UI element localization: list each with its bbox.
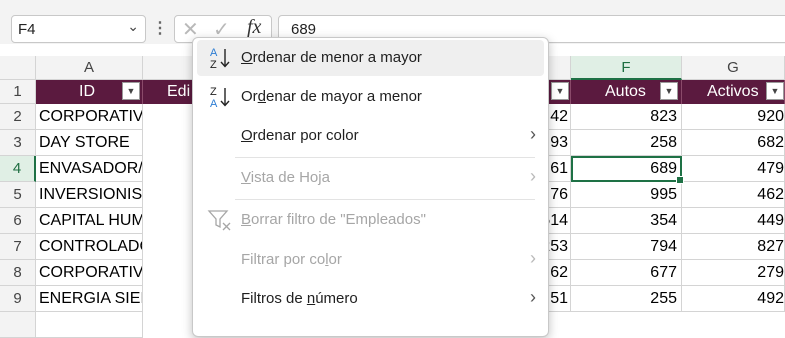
clear-filter-icon bbox=[206, 207, 234, 233]
fill-handle[interactable] bbox=[676, 176, 684, 184]
column-header-g[interactable]: G bbox=[682, 56, 785, 80]
cell-a6[interactable]: CAPITAL HUM bbox=[36, 208, 143, 234]
chevron-right-icon: › bbox=[530, 166, 536, 186]
menu-item-label: Filtros de número bbox=[241, 290, 358, 307]
cell-f7[interactable]: 794 bbox=[571, 234, 682, 260]
cell-a8[interactable]: CORPORATIV bbox=[36, 260, 143, 286]
row-header-7[interactable]: 7 bbox=[0, 234, 36, 260]
chevron-right-icon: › bbox=[530, 124, 536, 144]
menu-item-label: Filtrar por color bbox=[241, 251, 342, 268]
menu-item-sort-by-color[interactable]: Ordenar por color › bbox=[197, 118, 544, 154]
svg-text:A: A bbox=[210, 47, 218, 59]
chevron-right-icon: › bbox=[530, 287, 536, 307]
svg-text:A: A bbox=[210, 98, 218, 110]
menu-item-sort-ascending[interactable]: A Z Ordenar de menor a mayor bbox=[197, 40, 544, 76]
row-header-2[interactable]: 2 bbox=[0, 104, 36, 130]
filter-dropdown-icon[interactable]: ▼ bbox=[660, 82, 678, 100]
cell-a4[interactable]: ENVASADOR/ bbox=[36, 156, 143, 182]
filter-dropdown-icon[interactable]: ▼ bbox=[551, 82, 569, 100]
cell-f5[interactable]: 995 bbox=[571, 182, 682, 208]
menu-separator bbox=[235, 157, 535, 158]
header-cell-edi[interactable]: Edi bbox=[143, 80, 193, 104]
cell-g3[interactable]: 682 bbox=[682, 130, 785, 156]
menu-item-label: Ordenar de menor a mayor bbox=[241, 49, 422, 66]
cell-g2[interactable]: 920 bbox=[682, 104, 785, 130]
menu-item-sheet-view[interactable]: Vista de Hoja › bbox=[197, 160, 544, 196]
cell-g6[interactable]: 449 bbox=[682, 208, 785, 234]
cell-f8[interactable]: 677 bbox=[571, 260, 682, 286]
menu-item-label: Vista de Hoja bbox=[241, 169, 330, 186]
menu-separator bbox=[235, 199, 535, 200]
row-header-5[interactable]: 5 bbox=[0, 182, 36, 208]
cell-g4[interactable]: 479 bbox=[682, 156, 785, 182]
svg-text:Z: Z bbox=[210, 59, 217, 71]
column-header-hidden[interactable] bbox=[143, 56, 193, 80]
menu-item-sort-descending[interactable]: Z A Ordenar de mayor a menor bbox=[197, 79, 544, 115]
svg-text:Z: Z bbox=[210, 86, 217, 98]
column-header-f[interactable]: F bbox=[571, 56, 682, 80]
row-header-10[interactable] bbox=[0, 312, 36, 338]
row-header-3[interactable]: 3 bbox=[0, 130, 36, 156]
column-header-a[interactable]: A bbox=[36, 56, 143, 80]
sort-a-to-z-icon: A Z bbox=[206, 45, 234, 71]
cell-f3[interactable]: 258 bbox=[571, 130, 682, 156]
column-header-e[interactable] bbox=[548, 56, 571, 80]
name-box[interactable]: F4 ⌄ bbox=[11, 15, 146, 43]
cell-a5[interactable]: INVERSIONIST bbox=[36, 182, 143, 208]
select-all-corner[interactable] bbox=[0, 56, 36, 80]
row-header-4[interactable]: 4 bbox=[0, 156, 36, 182]
row-header-1[interactable]: 1 bbox=[0, 80, 36, 104]
menu-item-clear-filter[interactable]: Borrar filtro de "Empleados" bbox=[197, 202, 544, 238]
menu-item-label: Borrar filtro de "Empleados" bbox=[241, 211, 426, 228]
vertical-ellipsis-icon[interactable]: ⋮ bbox=[152, 18, 168, 40]
formula-value: 689 bbox=[291, 21, 317, 38]
menu-item-number-filters[interactable]: Filtros de número › bbox=[197, 281, 544, 317]
menu-item-label: Ordenar de mayor a menor bbox=[241, 88, 422, 105]
cell-a2[interactable]: CORPORATIV bbox=[36, 104, 143, 130]
filter-dropdown-icon[interactable]: ▼ bbox=[122, 82, 140, 100]
menu-item-label: Ordenar por color bbox=[241, 127, 359, 144]
row-header-8[interactable]: 8 bbox=[0, 260, 36, 286]
cell-g5[interactable]: 462 bbox=[682, 182, 785, 208]
active-cell-outline bbox=[571, 156, 684, 184]
cell-g7[interactable]: 827 bbox=[682, 234, 785, 260]
cell-a3[interactable]: DAY STORE bbox=[36, 130, 143, 156]
cell-g9[interactable]: 492 bbox=[682, 286, 785, 312]
chevron-down-icon[interactable]: ⌄ bbox=[127, 18, 139, 35]
cells-column-b[interactable] bbox=[143, 104, 193, 318]
header-id-label: ID bbox=[79, 83, 95, 100]
sort-z-to-a-icon: Z A bbox=[206, 84, 234, 110]
cell-a10[interactable] bbox=[36, 312, 143, 338]
row-header-9[interactable]: 9 bbox=[0, 286, 36, 312]
cell-g8[interactable]: 279 bbox=[682, 260, 785, 286]
header-activos-label: Activos bbox=[707, 83, 759, 100]
menu-item-filter-by-color[interactable]: Filtrar por color › bbox=[197, 242, 544, 278]
cell-a9[interactable]: ENERGIA SIEI bbox=[36, 286, 143, 312]
header-autos-label: Autos bbox=[605, 83, 646, 100]
cell-f2[interactable]: 823 bbox=[571, 104, 682, 130]
filter-dropdown-icon[interactable]: ▼ bbox=[766, 82, 784, 100]
filter-context-menu: A Z Ordenar de menor a mayor Z A Ordenar… bbox=[192, 37, 549, 337]
cell-a7[interactable]: CONTROLADC bbox=[36, 234, 143, 260]
row-header-6[interactable]: 6 bbox=[0, 208, 36, 234]
fx-icon[interactable]: fx bbox=[247, 16, 261, 39]
chevron-right-icon: › bbox=[530, 248, 536, 268]
name-box-value: F4 bbox=[18, 21, 36, 38]
cell-f6[interactable]: 354 bbox=[571, 208, 682, 234]
cell-f9[interactable]: 255 bbox=[571, 286, 682, 312]
